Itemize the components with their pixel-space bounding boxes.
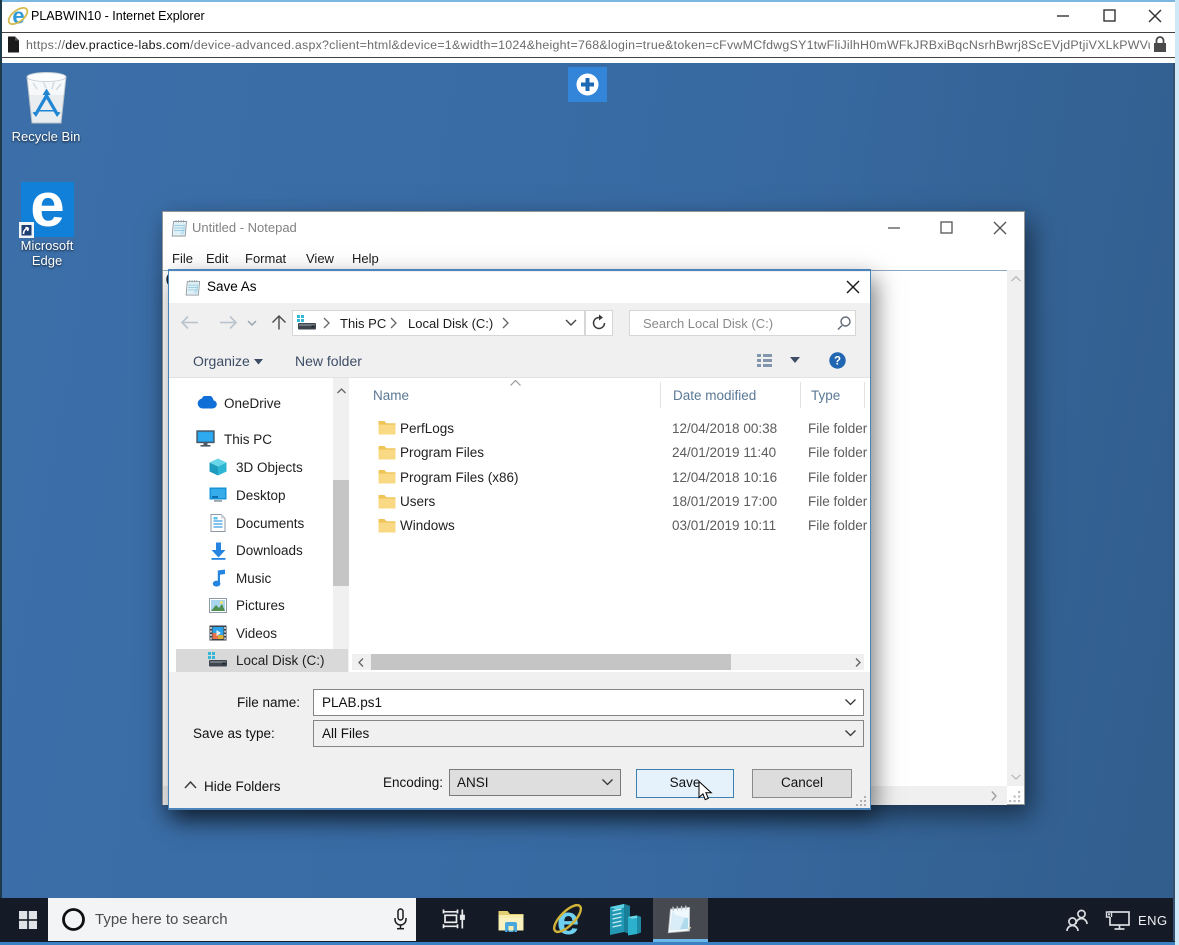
svg-text:?: ? <box>834 356 841 368</box>
